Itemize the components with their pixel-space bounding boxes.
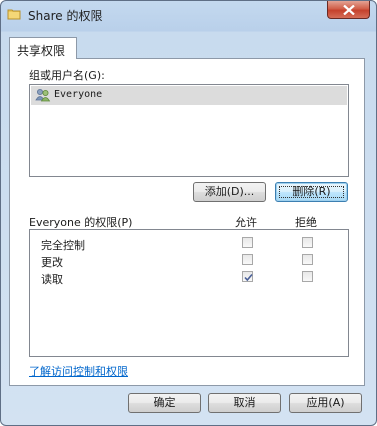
groups-listbox[interactable]: Everyone [29, 84, 349, 177]
add-button[interactable]: 添加(D)... [193, 182, 266, 202]
allow-change-checkbox[interactable] [242, 254, 253, 265]
permission-name: 完全控制 [41, 239, 85, 252]
learn-access-control-link[interactable]: 了解访问控制和权限 [29, 363, 128, 379]
permissions-label: Everyone 的权限(P) [29, 216, 133, 229]
allow-read-checkbox[interactable] [242, 271, 253, 282]
remove-button[interactable]: 删除(R) [275, 182, 348, 202]
tab-share-permissions[interactable]: 共享权限 [9, 37, 77, 59]
permission-name: 读取 [41, 273, 63, 286]
permission-name: 更改 [41, 256, 63, 269]
deny-read-checkbox[interactable] [302, 271, 313, 282]
share-permissions-dialog: Share 的权限 共享权限 组或用户名(G): Everyone 添加(D).… [0, 0, 377, 426]
folder-icon [7, 8, 21, 20]
window-title: Share 的权限 [28, 9, 103, 23]
permission-row-read: 读取 [30, 269, 346, 286]
allow-column-header: 允许 [235, 216, 257, 229]
allow-full-control-checkbox[interactable] [242, 237, 253, 248]
permissions-list: 完全控制 更改 读取 [29, 229, 349, 357]
list-item-everyone[interactable]: Everyone [31, 86, 347, 105]
close-button[interactable] [327, 1, 370, 19]
apply-button[interactable]: 应用(A) [289, 393, 362, 413]
users-icon [35, 88, 51, 105]
deny-full-control-checkbox[interactable] [302, 237, 313, 248]
list-item-label: Everyone [54, 89, 103, 100]
tab-label: 共享权限 [17, 44, 66, 58]
permission-row-full-control: 完全控制 [30, 235, 346, 252]
checkmark-icon [244, 273, 253, 282]
permission-row-change: 更改 [30, 252, 346, 269]
ok-button[interactable]: 确定 [128, 393, 201, 413]
groups-label: 组或用户名(G): [29, 69, 105, 82]
deny-change-checkbox[interactable] [302, 254, 313, 265]
deny-column-header: 拒绝 [295, 216, 317, 229]
close-icon [343, 5, 355, 15]
cancel-button[interactable]: 取消 [208, 393, 281, 413]
title-bar[interactable]: Share 的权限 [1, 1, 376, 29]
focus-rectangle [279, 186, 344, 198]
